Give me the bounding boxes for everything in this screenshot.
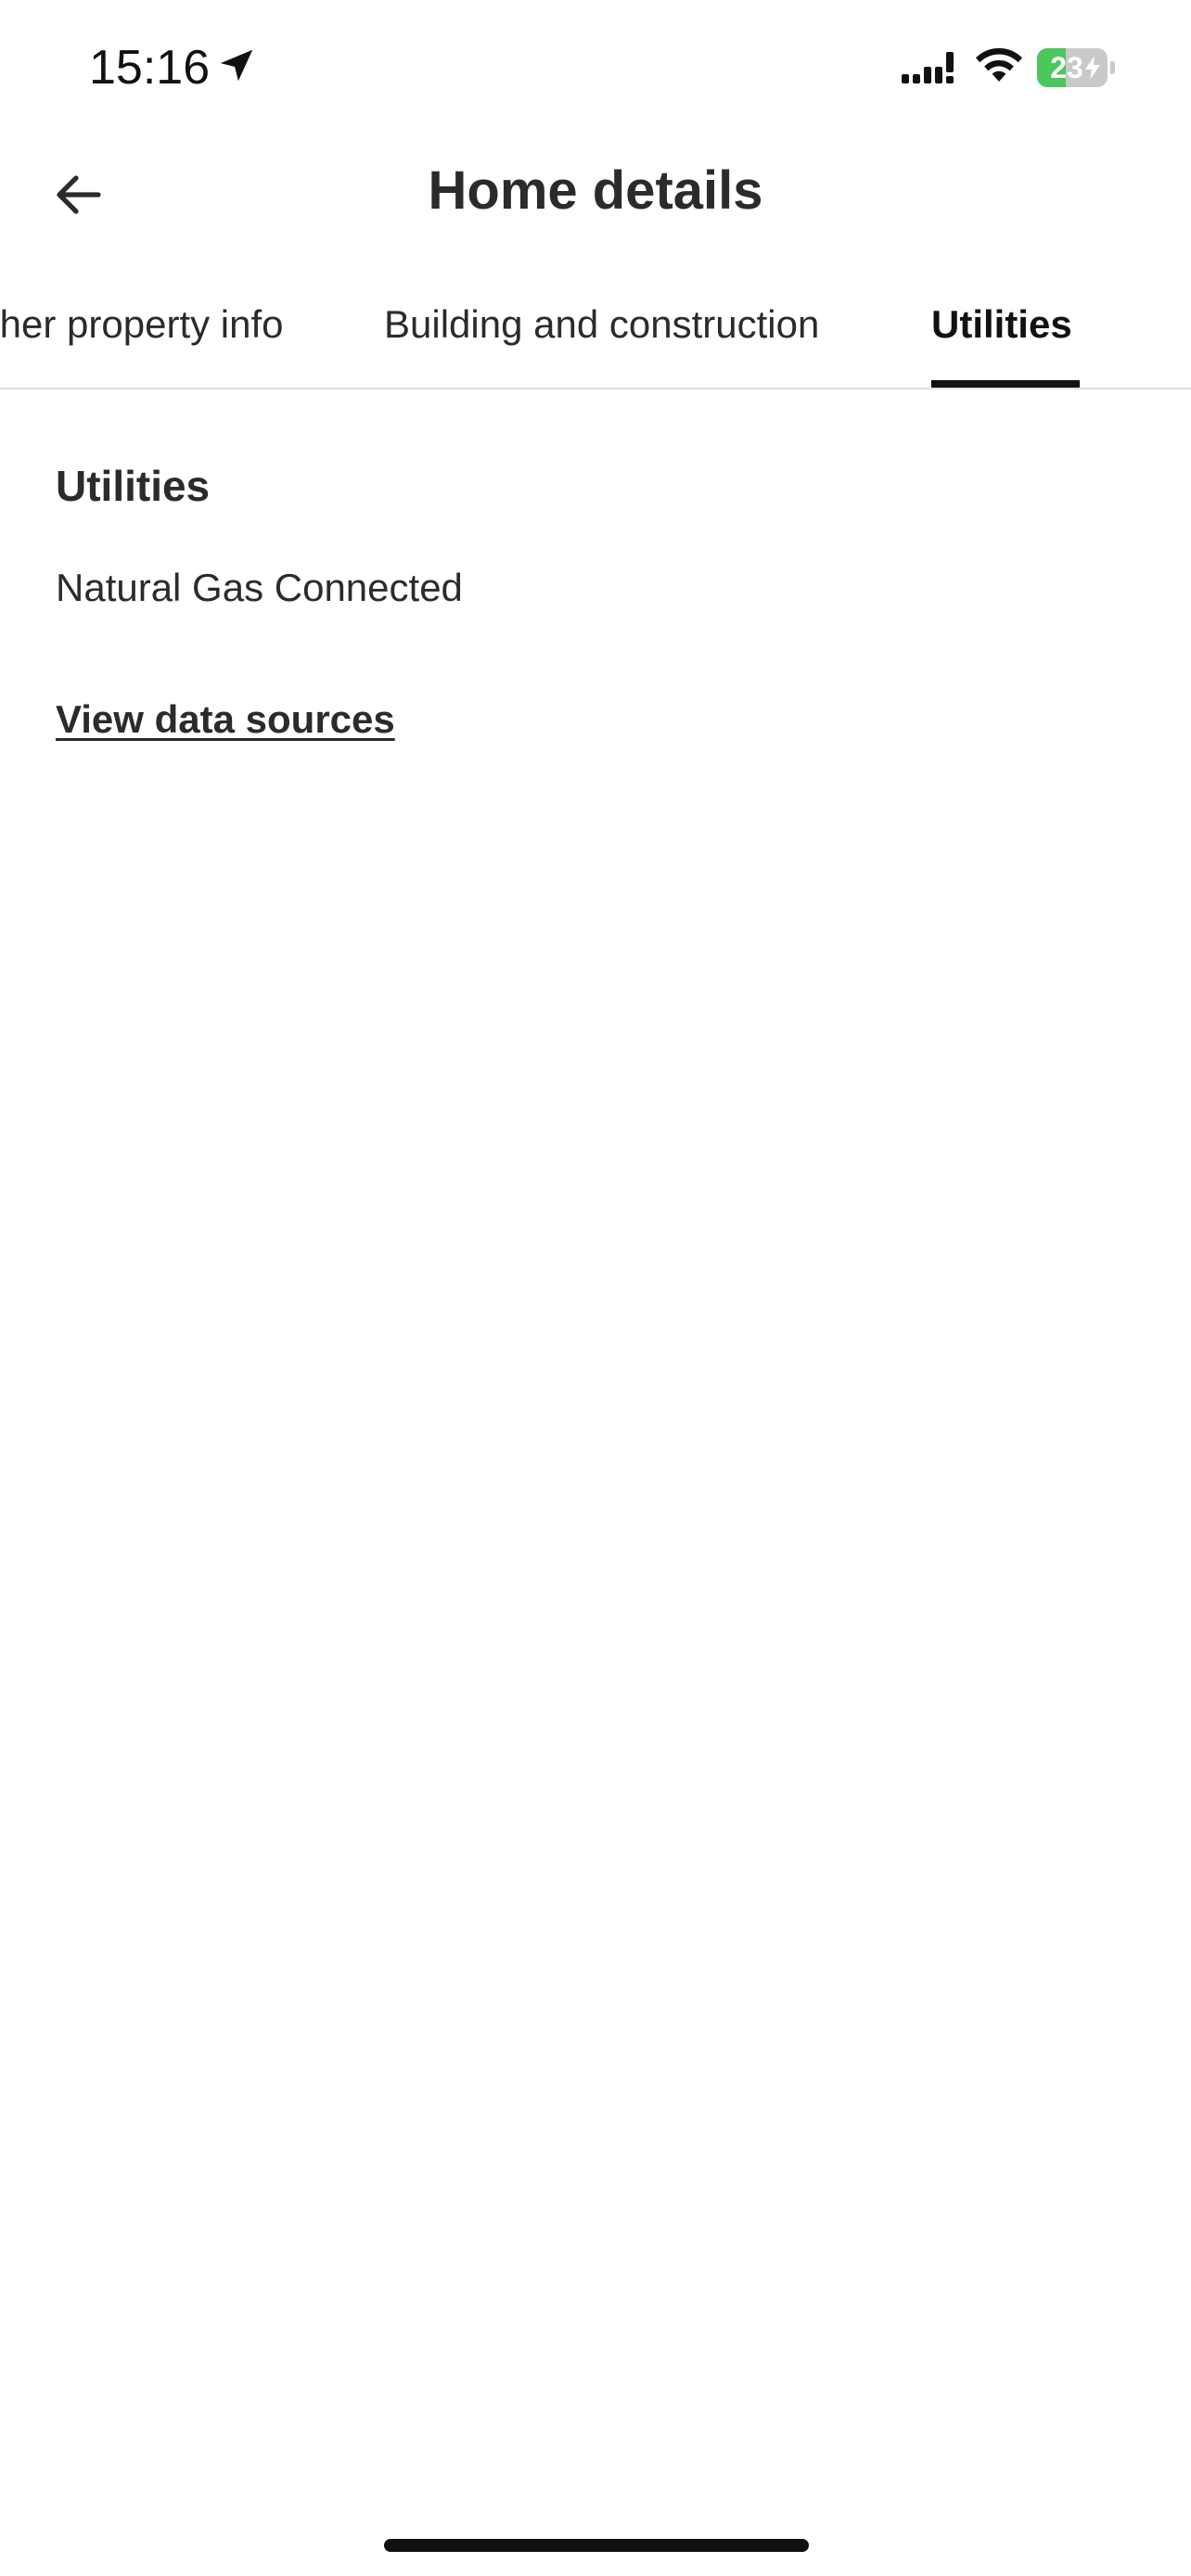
- header: Home details: [0, 135, 1191, 247]
- battery-icon: 23: [1037, 48, 1115, 87]
- battery-body: 23: [1037, 48, 1108, 87]
- location-arrow-icon: [220, 49, 253, 82]
- tab-bar: ther property info Building and construc…: [0, 278, 1191, 389]
- charging-bolt-icon: [1085, 56, 1100, 80]
- status-bar: 15:16 23: [0, 0, 1191, 135]
- page-title: Home details: [428, 160, 763, 221]
- status-time: 15:16: [89, 41, 211, 95]
- home-indicator[interactable]: [384, 2539, 809, 2552]
- wifi-icon: [976, 47, 1022, 82]
- active-tab-indicator: [931, 380, 1080, 388]
- view-data-sources-link[interactable]: View data sources: [56, 692, 395, 747]
- tab-other-property-info[interactable]: ther property info: [0, 297, 284, 352]
- utility-value: Natural Gas Connected: [56, 566, 463, 609]
- tab-building-and-construction[interactable]: Building and construction: [384, 297, 819, 352]
- cellular-signal-icon: [902, 52, 954, 83]
- tab-utilities[interactable]: Utilities: [931, 297, 1072, 352]
- section-title: Utilities: [56, 462, 211, 510]
- battery-cap: [1110, 61, 1115, 74]
